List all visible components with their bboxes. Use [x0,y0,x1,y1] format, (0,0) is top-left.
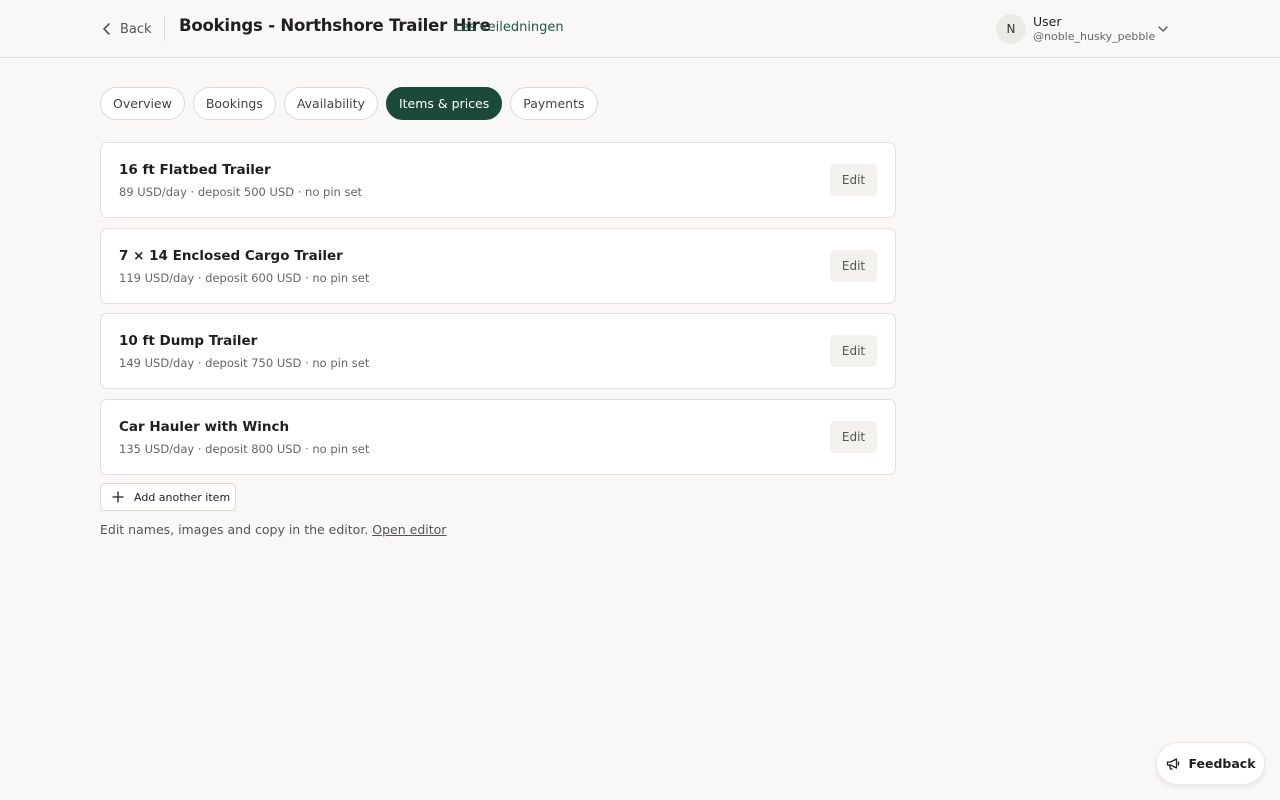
list-item: 16 ft Flatbed Trailer 89 USD/day · depos… [100,142,896,218]
tab-items-prices[interactable]: Items & prices [385,87,503,120]
feedback-button[interactable]: Feedback [1156,742,1265,785]
edit-button[interactable]: Edit [830,420,877,453]
tab-bookings[interactable]: Bookings [192,87,276,120]
user-handle: @noble_husky_pebble [1033,30,1156,43]
chevron-left-icon [103,23,110,35]
open-editor-link[interactable]: Open editor [372,522,446,537]
edit-button[interactable]: Edit [830,164,877,196]
list-item: 7 × 14 Enclosed Cargo Trailer 119 USD/da… [100,227,896,304]
item-meta: 149 USD/day · deposit 750 USD · no pin s… [119,356,370,370]
item-meta: 135 USD/day · deposit 800 USD · no pin s… [119,441,370,456]
top-header: Back Bookings - Northshore Trailer Hire … [0,0,1280,58]
megaphone-icon [1167,757,1180,770]
back-button[interactable]: Back [100,18,152,40]
editor-hint: Edit names, images and copy in the edito… [100,522,446,537]
add-item-button[interactable]: Add another item [100,483,236,511]
add-item-label: Add another item [134,490,231,504]
header-divider [164,16,165,41]
user-menu[interactable]: N User @noble_husky_pebble [996,12,1176,46]
item-name: 7 × 14 Enclosed Cargo Trailer [119,247,343,264]
feedback-label: Feedback [1188,756,1256,771]
edit-button[interactable]: Edit [830,335,877,367]
item-meta: 119 USD/day · deposit 600 USD · no pin s… [119,270,370,285]
edit-button[interactable]: Edit [830,249,877,282]
tab-payments[interactable]: Payments [510,87,598,120]
page-title: Bookings - Northshore Trailer Hire [179,16,491,35]
user-name: User [1033,14,1062,29]
list-item: 10 ft Dump Trailer 149 USD/day · deposit… [100,313,896,389]
plus-icon [112,491,124,503]
guide-link[interactable]: Les veiledningen [454,20,564,35]
list-item: Car Hauler with Winch 135 USD/day · depo… [100,398,896,475]
item-list: 16 ft Flatbed Trailer 89 USD/day · depos… [100,142,896,484]
tab-bar: Overview Bookings Availability Items & p… [100,87,598,120]
tab-overview[interactable]: Overview [100,87,185,120]
chevron-down-icon [1158,26,1168,32]
item-name: Car Hauler with Winch [119,418,290,435]
item-meta: 89 USD/day · deposit 500 USD · no pin se… [119,185,363,199]
tab-availability[interactable]: Availability [283,87,378,120]
item-name: 16 ft Flatbed Trailer [119,162,271,178]
back-label: Back [120,21,152,37]
avatar: N [996,14,1026,44]
hint-text: Edit names, images and copy in the edito… [100,522,369,537]
item-name: 10 ft Dump Trailer [119,333,258,349]
